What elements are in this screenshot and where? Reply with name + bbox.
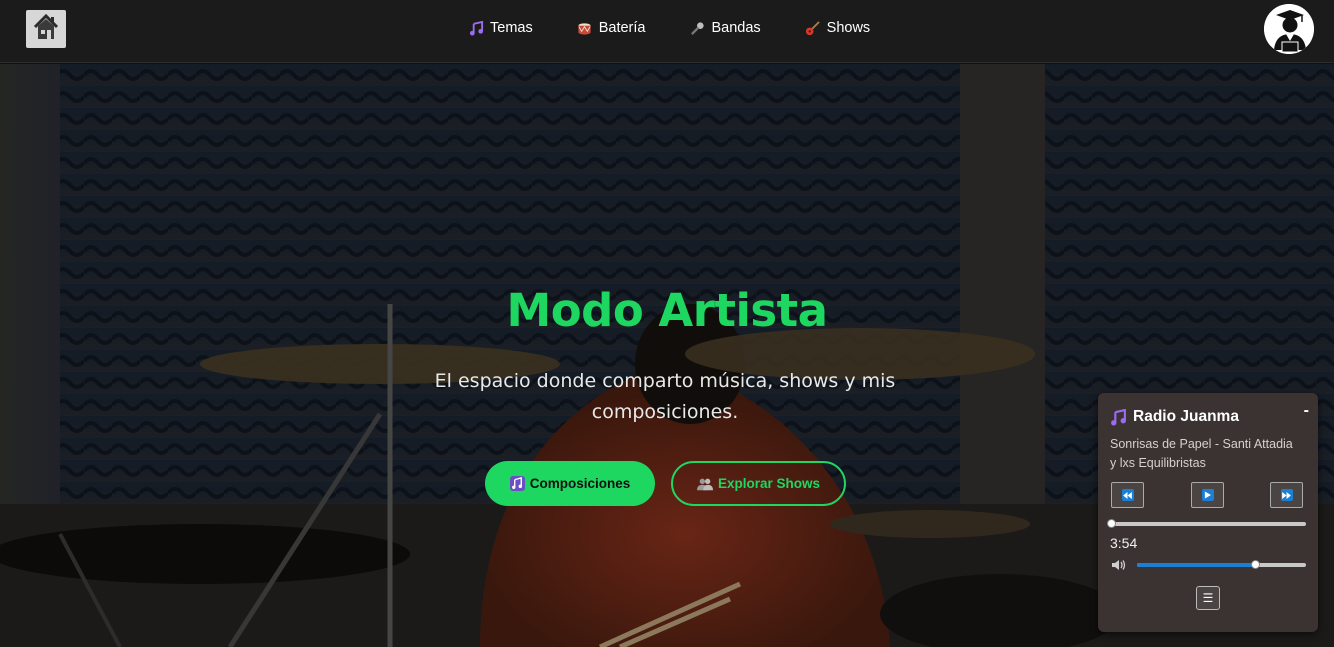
microphone-icon (689, 20, 705, 36)
radio-title: Radio Juanma (1110, 408, 1239, 426)
volume-fill (1137, 563, 1256, 567)
progress-slider[interactable] (1107, 519, 1306, 528)
guitar-icon (805, 20, 821, 36)
fast-forward-icon (1280, 489, 1293, 501)
home-button[interactable] (26, 10, 66, 48)
graduate-avatar-icon (1264, 4, 1314, 54)
play-icon (1201, 489, 1214, 501)
explorar-shows-label: Explorar Shows (717, 476, 821, 491)
composiciones-button[interactable]: Composiciones (485, 461, 655, 506)
volume-knob[interactable] (1251, 560, 1261, 569)
volume-slider[interactable] (1137, 560, 1306, 569)
elapsed-time: 3:54 (1110, 535, 1138, 551)
play-button[interactable] (1191, 482, 1224, 508)
nav-label: Batería (598, 20, 646, 36)
next-button[interactable] (1270, 482, 1303, 508)
previous-button[interactable] (1111, 482, 1144, 508)
progress-knob[interactable] (1107, 519, 1116, 528)
music-notes-icon (509, 476, 525, 491)
current-song: Sonrisas de Papel - Santi Attadia y lxs … (1110, 437, 1293, 470)
composiciones-label: Composiciones (529, 476, 631, 491)
radio-player: Radio Juanma - Sonrisas de Papel - Santi… (1098, 393, 1318, 632)
nav-item-bateria[interactable]: Batería (577, 20, 646, 36)
nav-item-temas[interactable]: Temas (468, 20, 533, 36)
radio-title-text: Radio Juanma (1133, 408, 1239, 425)
nav-item-bandas[interactable]: Bandas (689, 20, 761, 36)
music-note-icon (1110, 408, 1127, 426)
explorar-shows-button[interactable]: Explorar Shows (671, 461, 846, 506)
hero-subtitle: El espacio donde comparto música, shows … (434, 370, 896, 423)
playlist-button[interactable]: ☰ (1196, 586, 1220, 610)
house-icon (31, 12, 61, 46)
nav-label: Temas (490, 20, 533, 36)
user-avatar[interactable] (1264, 4, 1314, 54)
nav-item-shows[interactable]: Shows (805, 20, 871, 36)
nav-links: Temas Batería Bandas Shows (468, 20, 914, 36)
people-icon (696, 477, 713, 491)
minimize-button[interactable]: - (1304, 402, 1309, 420)
hero-title: Modo Artista (506, 284, 828, 337)
nav-label: Bandas (711, 20, 761, 36)
music-note-icon (468, 20, 484, 36)
navbar: Temas Batería Bandas Shows (0, 0, 1334, 63)
drum-icon (577, 20, 593, 36)
rewind-icon (1121, 489, 1134, 501)
speaker-icon (1112, 559, 1126, 571)
nav-label: Shows (826, 20, 871, 36)
